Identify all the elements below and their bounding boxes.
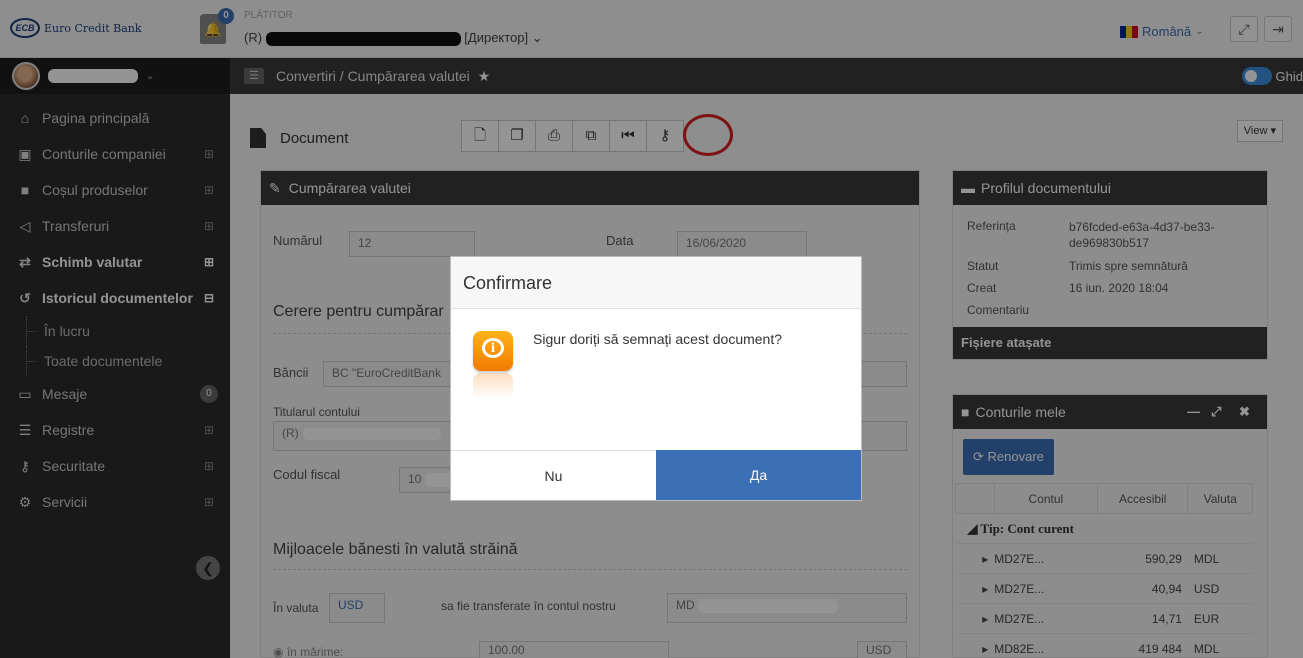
info-icon-reflection — [473, 373, 513, 399]
dialog-message: Sigur doriți să semnați acest document? — [533, 331, 783, 347]
yes-button[interactable]: Да — [656, 450, 861, 500]
dialog-body: i Sigur doriți să semnați acest document… — [451, 309, 861, 451]
dialog-footer: Nu Да — [451, 450, 861, 500]
confirm-dialog: Confirmare i Sigur doriți să semnați ace… — [450, 256, 862, 501]
dialog-title: Confirmare — [451, 257, 861, 309]
info-glyph: i — [482, 338, 504, 358]
no-button[interactable]: Nu — [451, 450, 656, 500]
info-icon: i — [473, 331, 513, 371]
